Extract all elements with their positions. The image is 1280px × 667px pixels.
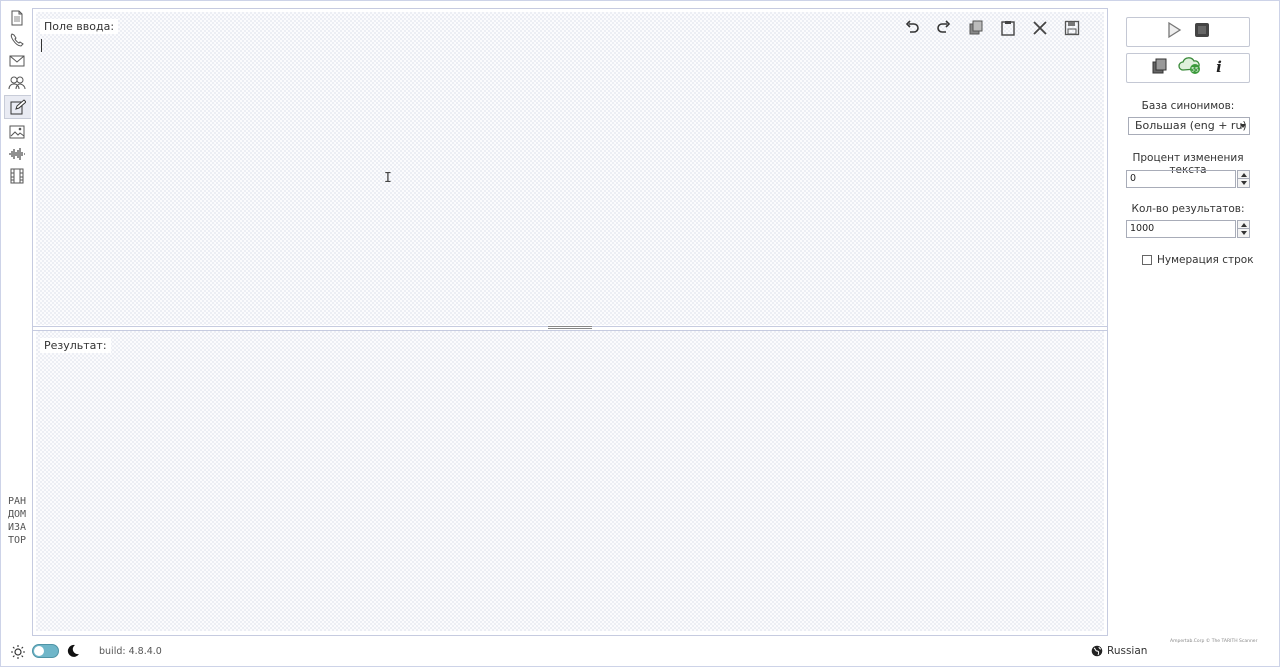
- globe-icon: [1091, 645, 1103, 657]
- sun-icon[interactable]: [11, 644, 25, 663]
- film-icon[interactable]: [5, 166, 29, 186]
- paste-icon[interactable]: [999, 19, 1017, 37]
- output-panel-label: Результат:: [40, 338, 111, 353]
- image-icon[interactable]: [5, 122, 29, 142]
- results-count-label: Кол-во результатов:: [1131, 203, 1245, 215]
- audio-wave-icon[interactable]: [5, 144, 29, 164]
- status-bar: Ampertab.Corp © The TARITH Scanner build…: [0, 637, 1278, 665]
- tools-button-group: 55 i: [1126, 53, 1250, 83]
- ibeam-cursor-icon: I: [384, 171, 392, 186]
- input-panel[interactable]: Поле ввода: I: [36, 12, 1104, 325]
- run-button-group: [1126, 17, 1250, 47]
- settings-sidebar: 55 i База синонимов: Большая (eng + ru) …: [1118, 8, 1258, 636]
- app-vertical-title: РАНДОМИЗАТОР: [7, 496, 27, 546]
- line-numbering-label: Нумерация строк: [1157, 254, 1254, 266]
- undo-icon[interactable]: [903, 19, 921, 37]
- info-icon[interactable]: i: [1212, 57, 1226, 79]
- synonyms-label: База синонимов:: [1141, 100, 1235, 112]
- language-label: Russian: [1107, 645, 1148, 657]
- stepper-down-icon[interactable]: [1241, 181, 1247, 185]
- left-toolbar: РАНДОМИЗАТОР: [3, 6, 31, 632]
- document-icon[interactable]: [5, 8, 29, 28]
- phone-icon[interactable]: [5, 30, 29, 50]
- percent-stepper[interactable]: [1237, 170, 1250, 188]
- toggle-knob: [34, 646, 44, 656]
- line-numbering-option[interactable]: Нумерация строк: [1142, 254, 1254, 266]
- users-icon[interactable]: [5, 73, 29, 93]
- clear-icon[interactable]: [1031, 19, 1049, 37]
- svg-text:55: 55: [1191, 67, 1199, 74]
- edit-toolbar: [903, 19, 1081, 37]
- results-count-input[interactable]: 1000: [1126, 220, 1236, 238]
- editor-area: Поле ввода: I Результат:: [32, 8, 1108, 636]
- save-icon[interactable]: [1063, 19, 1081, 37]
- language-selector[interactable]: Russian: [1091, 645, 1147, 657]
- redo-icon[interactable]: [935, 19, 953, 37]
- copy-results-icon[interactable]: [1150, 57, 1168, 79]
- svg-text:i: i: [1216, 58, 1222, 75]
- stop-icon[interactable]: [1193, 21, 1211, 43]
- cloud-sync-icon[interactable]: 55: [1178, 57, 1202, 79]
- theme-toggle[interactable]: [32, 644, 59, 658]
- text-caret: [41, 39, 42, 52]
- input-panel-label: Поле ввода:: [40, 19, 119, 34]
- stepper-up-icon[interactable]: [1241, 173, 1247, 177]
- stepper-down-icon[interactable]: [1241, 231, 1247, 235]
- chevron-down-icon: [1240, 124, 1246, 128]
- credit-text: Ampertab.Corp © The TARITH Scanner: [1170, 639, 1258, 644]
- build-version: build: 4.8.4.0: [99, 646, 162, 657]
- percent-input[interactable]: 0: [1126, 170, 1236, 188]
- play-icon[interactable]: [1165, 21, 1183, 43]
- synonyms-select[interactable]: Большая (eng + ru): [1128, 117, 1250, 135]
- moon-icon[interactable]: [66, 643, 80, 662]
- stepper-up-icon[interactable]: [1241, 223, 1247, 227]
- copy-icon[interactable]: [967, 19, 985, 37]
- edit-icon[interactable]: [4, 95, 31, 119]
- line-numbering-checkbox[interactable]: [1142, 255, 1152, 265]
- mail-icon[interactable]: [5, 51, 29, 71]
- synonyms-selected-value: Большая (eng + ru): [1135, 119, 1247, 132]
- splitter-grip-icon[interactable]: [548, 326, 592, 329]
- output-panel[interactable]: Результат:: [36, 331, 1104, 631]
- results-count-stepper[interactable]: [1237, 220, 1250, 238]
